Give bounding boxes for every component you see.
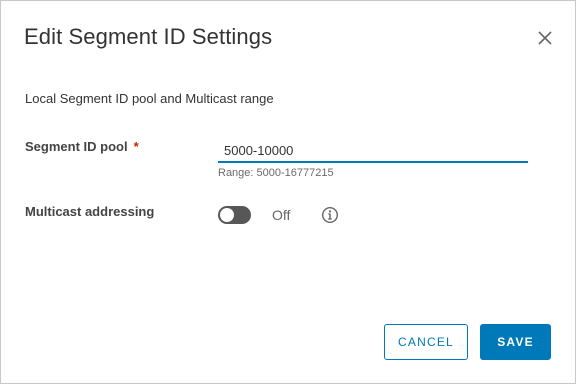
dialog-title: Edit Segment ID Settings [24, 24, 273, 49]
close-icon[interactable] [536, 29, 554, 47]
segment-id-pool-helper: Range: 5000-16777215 [218, 167, 334, 179]
save-button[interactable]: SAVE [480, 324, 551, 360]
dialog-subtitle: Local Segment ID pool and Multicast rang… [25, 91, 274, 106]
multicast-toggle[interactable] [218, 206, 251, 224]
segment-id-pool-label: Segment ID pool * [25, 139, 139, 154]
edit-segment-id-dialog: Edit Segment ID Settings Local Segment I… [0, 0, 576, 384]
segment-id-pool-field[interactable] [218, 139, 528, 163]
segment-id-pool-label-text: Segment ID pool [25, 139, 128, 154]
required-marker: * [133, 139, 139, 154]
multicast-addressing-label: Multicast addressing [25, 204, 155, 219]
toggle-knob [220, 208, 234, 222]
multicast-toggle-state: Off [272, 207, 291, 223]
segment-id-pool-input[interactable] [218, 139, 528, 161]
cancel-button[interactable]: CANCEL [384, 324, 468, 360]
info-icon[interactable] [321, 206, 339, 224]
